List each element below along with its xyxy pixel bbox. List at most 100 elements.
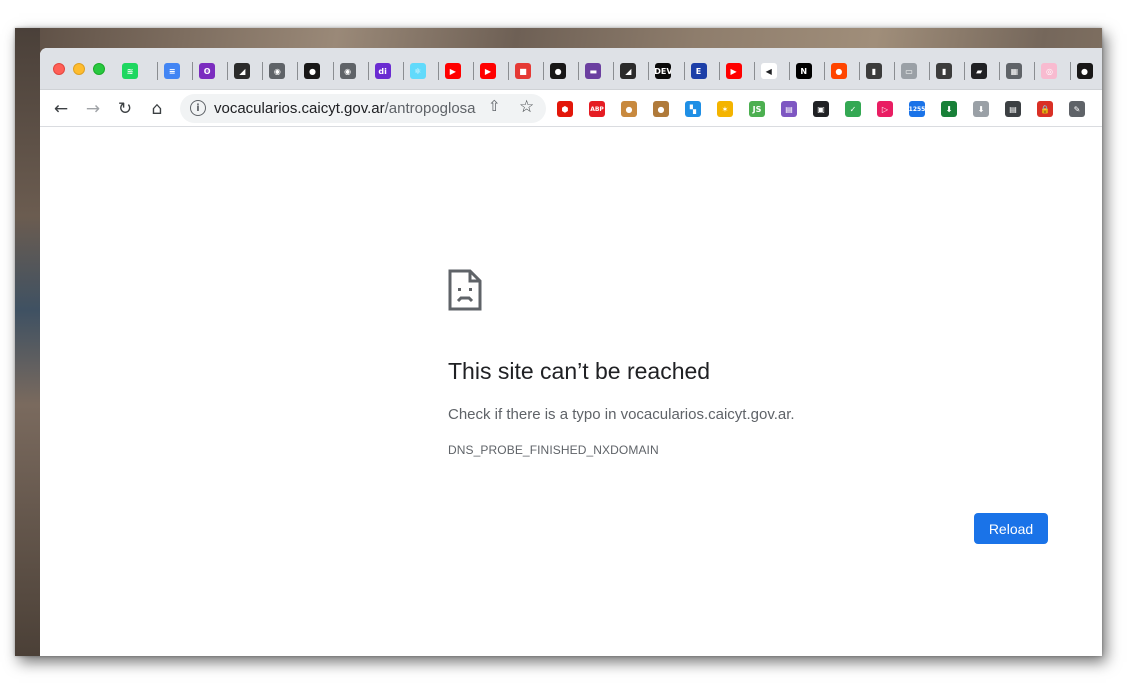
notion-icon: N [795, 63, 812, 79]
pinned-tab[interactable]: ▦ [999, 60, 1034, 82]
tab-separator [648, 62, 650, 80]
pinned-tab[interactable]: DEV [648, 60, 683, 82]
pinned-tab[interactable]: ▮ [929, 60, 964, 82]
play-icon[interactable]: ▷ [877, 101, 893, 117]
tab-separator [157, 62, 159, 80]
tab-separator [262, 62, 264, 80]
pinned-tab[interactable]: ■ [508, 60, 543, 82]
download-arrow-icon[interactable]: ⬇ [941, 101, 957, 117]
pinned-tab[interactable]: ≋ [122, 60, 157, 82]
github-icon: ● [304, 63, 321, 79]
tab-strip: ≋ ≡ ʘ ◢ ◉ ● ◉ di ⚛ ▶ ▶ ■ ● ▬ ◢ DEV E ▶ ◀ N ● ▮ ▭ ▮ ▰ ▦ ◎ ● [40, 48, 1102, 90]
notebook-icon: ▰ [971, 63, 988, 79]
url-domain: vocacularios.caicyt.gov.ar [214, 100, 385, 117]
spotify-icon: ≋ [122, 63, 138, 79]
tab-separator [1034, 62, 1036, 80]
url-text[interactable]: vocacularios.caicyt.gov.ar/antropoglosa [214, 100, 476, 117]
error-page: This site can’t be reached Check if ther… [40, 128, 1102, 656]
tab-separator [929, 62, 931, 80]
lock-icon[interactable]: 🔒 [1037, 101, 1053, 117]
error-message: Check if there is a typo in vocacularios… [448, 406, 795, 423]
cookie-icon[interactable]: ● [621, 101, 637, 117]
purple-window-icon[interactable]: ▤ [781, 101, 797, 117]
reload-icon[interactable]: ↻ [114, 98, 136, 120]
globe-icon: ◉ [339, 63, 356, 79]
pinned-tab[interactable]: ▶ [718, 60, 754, 82]
pinned-tab[interactable]: ◉ [332, 60, 368, 82]
error-code: DNS_PROBE_FINISHED_NXDOMAIN [448, 443, 659, 457]
tab-separator [1069, 62, 1071, 80]
pinned-tab[interactable]: ▰ [964, 60, 999, 82]
github-icon: ● [1076, 63, 1093, 79]
github-icon: ● [550, 63, 567, 79]
red-app-icon: ■ [515, 63, 532, 79]
home-icon[interactable]: ⌂ [146, 98, 168, 120]
pinned-tab[interactable]: ● [823, 60, 859, 82]
graduation-cap-icon[interactable]: 1255 [909, 101, 925, 117]
pink-brain-icon: ◎ [1041, 63, 1058, 79]
share-icon[interactable]: ⇧ [488, 97, 501, 115]
checkmark-icon[interactable]: ✓ [845, 101, 861, 117]
pinned-tab[interactable]: ⚛ [402, 60, 438, 82]
pinned-tab[interactable]: di [367, 60, 403, 82]
extensions-area: ⬢ ABP ● ● ▚ ✶ JS ▤ ▣ ✓ ▷ 1255 ⬇ ⬇ ▤ 🔒 ✎ [557, 98, 1101, 120]
tab-separator [823, 62, 825, 80]
download-circle-icon[interactable]: ⬇ [973, 101, 989, 117]
pinned-tab[interactable]: ▮ [858, 60, 894, 82]
pinned-tab[interactable]: ▬ [578, 60, 613, 82]
pinned-tab[interactable]: ◢ [613, 60, 648, 82]
tab-separator [543, 62, 545, 80]
tab-separator [578, 62, 580, 80]
pinned-tab[interactable]: ʘ [192, 60, 227, 82]
tab-separator [894, 62, 896, 80]
pinned-tab[interactable]: N [788, 60, 824, 82]
error-title: This site can’t be reached [448, 358, 711, 384]
globe-icon: ◉ [269, 63, 286, 79]
pinned-tab[interactable]: ◢ [227, 60, 262, 82]
tab-separator [402, 62, 404, 80]
tab-separator [753, 62, 755, 80]
window-icon[interactable]: ▚ [685, 101, 701, 117]
pinned-tab[interactable]: E [683, 60, 719, 82]
close-window-button[interactable] [53, 63, 65, 75]
tab-separator [964, 62, 966, 80]
js-icon[interactable]: JS [749, 101, 765, 117]
picture-in-picture-icon[interactable]: ▣ [813, 101, 829, 117]
pinned-tab[interactable]: ◀ [753, 60, 789, 82]
fullscreen-window-button[interactable] [93, 63, 105, 75]
pinned-tab[interactable]: ▭ [894, 60, 929, 82]
pinned-tab[interactable]: ▶ [437, 60, 473, 82]
forward-arrow-icon[interactable]: → [82, 98, 104, 120]
pinned-tab[interactable]: ◎ [1034, 60, 1069, 82]
pinned-tab[interactable]: ▶ [472, 60, 508, 82]
pinned-tab[interactable]: ● [297, 60, 332, 82]
orange-star-icon[interactable]: ✶ [717, 101, 733, 117]
pinned-tab[interactable]: ◉ [262, 60, 297, 82]
browser-window: ≋ ≡ ʘ ◢ ◉ ● ◉ di ⚛ ▶ ▶ ■ ● ▬ ◢ DEV E ▶ ◀ N ● ▮ ▭ ▮ ▰ ▦ ◎ ● ← → ↻ ⌂ … [40, 48, 1102, 656]
site-info-icon[interactable]: i [190, 100, 206, 116]
adblock-plus-icon[interactable]: ABP [589, 101, 605, 117]
minimize-window-button[interactable] [73, 63, 85, 75]
bookmark-star-icon[interactable]: ☆ [519, 97, 534, 117]
pencil-icon[interactable]: ✎ [1069, 101, 1085, 117]
dark-bird-icon: ◢ [620, 63, 637, 79]
open-book-icon: ▭ [901, 63, 918, 79]
cookie-icon[interactable]: ● [653, 101, 669, 117]
address-bar[interactable]: i vocacularios.caicyt.gov.ar/antropoglos… [180, 94, 546, 123]
speaker-icon: ◀ [760, 63, 777, 79]
reload-button[interactable]: Reload [974, 513, 1048, 544]
e-icon: E [690, 63, 707, 79]
tab-separator [999, 62, 1001, 80]
reddit-icon: ● [830, 63, 847, 79]
tab-separator [788, 62, 790, 80]
pinned-tab[interactable]: ● [543, 60, 578, 82]
tab-separator [858, 62, 860, 80]
pinned-tab[interactable]: ● [1069, 60, 1102, 82]
pinned-tab[interactable]: ≡ [157, 60, 192, 82]
reader-mode-icon[interactable]: ▤ [1005, 101, 1021, 117]
tab-separator [227, 62, 229, 80]
url-path: /antropoglosa [384, 100, 476, 117]
browser-toolbar: ← → ↻ ⌂ i vocacularios.caicyt.gov.ar/ant… [40, 90, 1102, 127]
back-arrow-icon[interactable]: ← [50, 98, 72, 120]
ublock-icon[interactable]: ⬢ [557, 101, 573, 117]
